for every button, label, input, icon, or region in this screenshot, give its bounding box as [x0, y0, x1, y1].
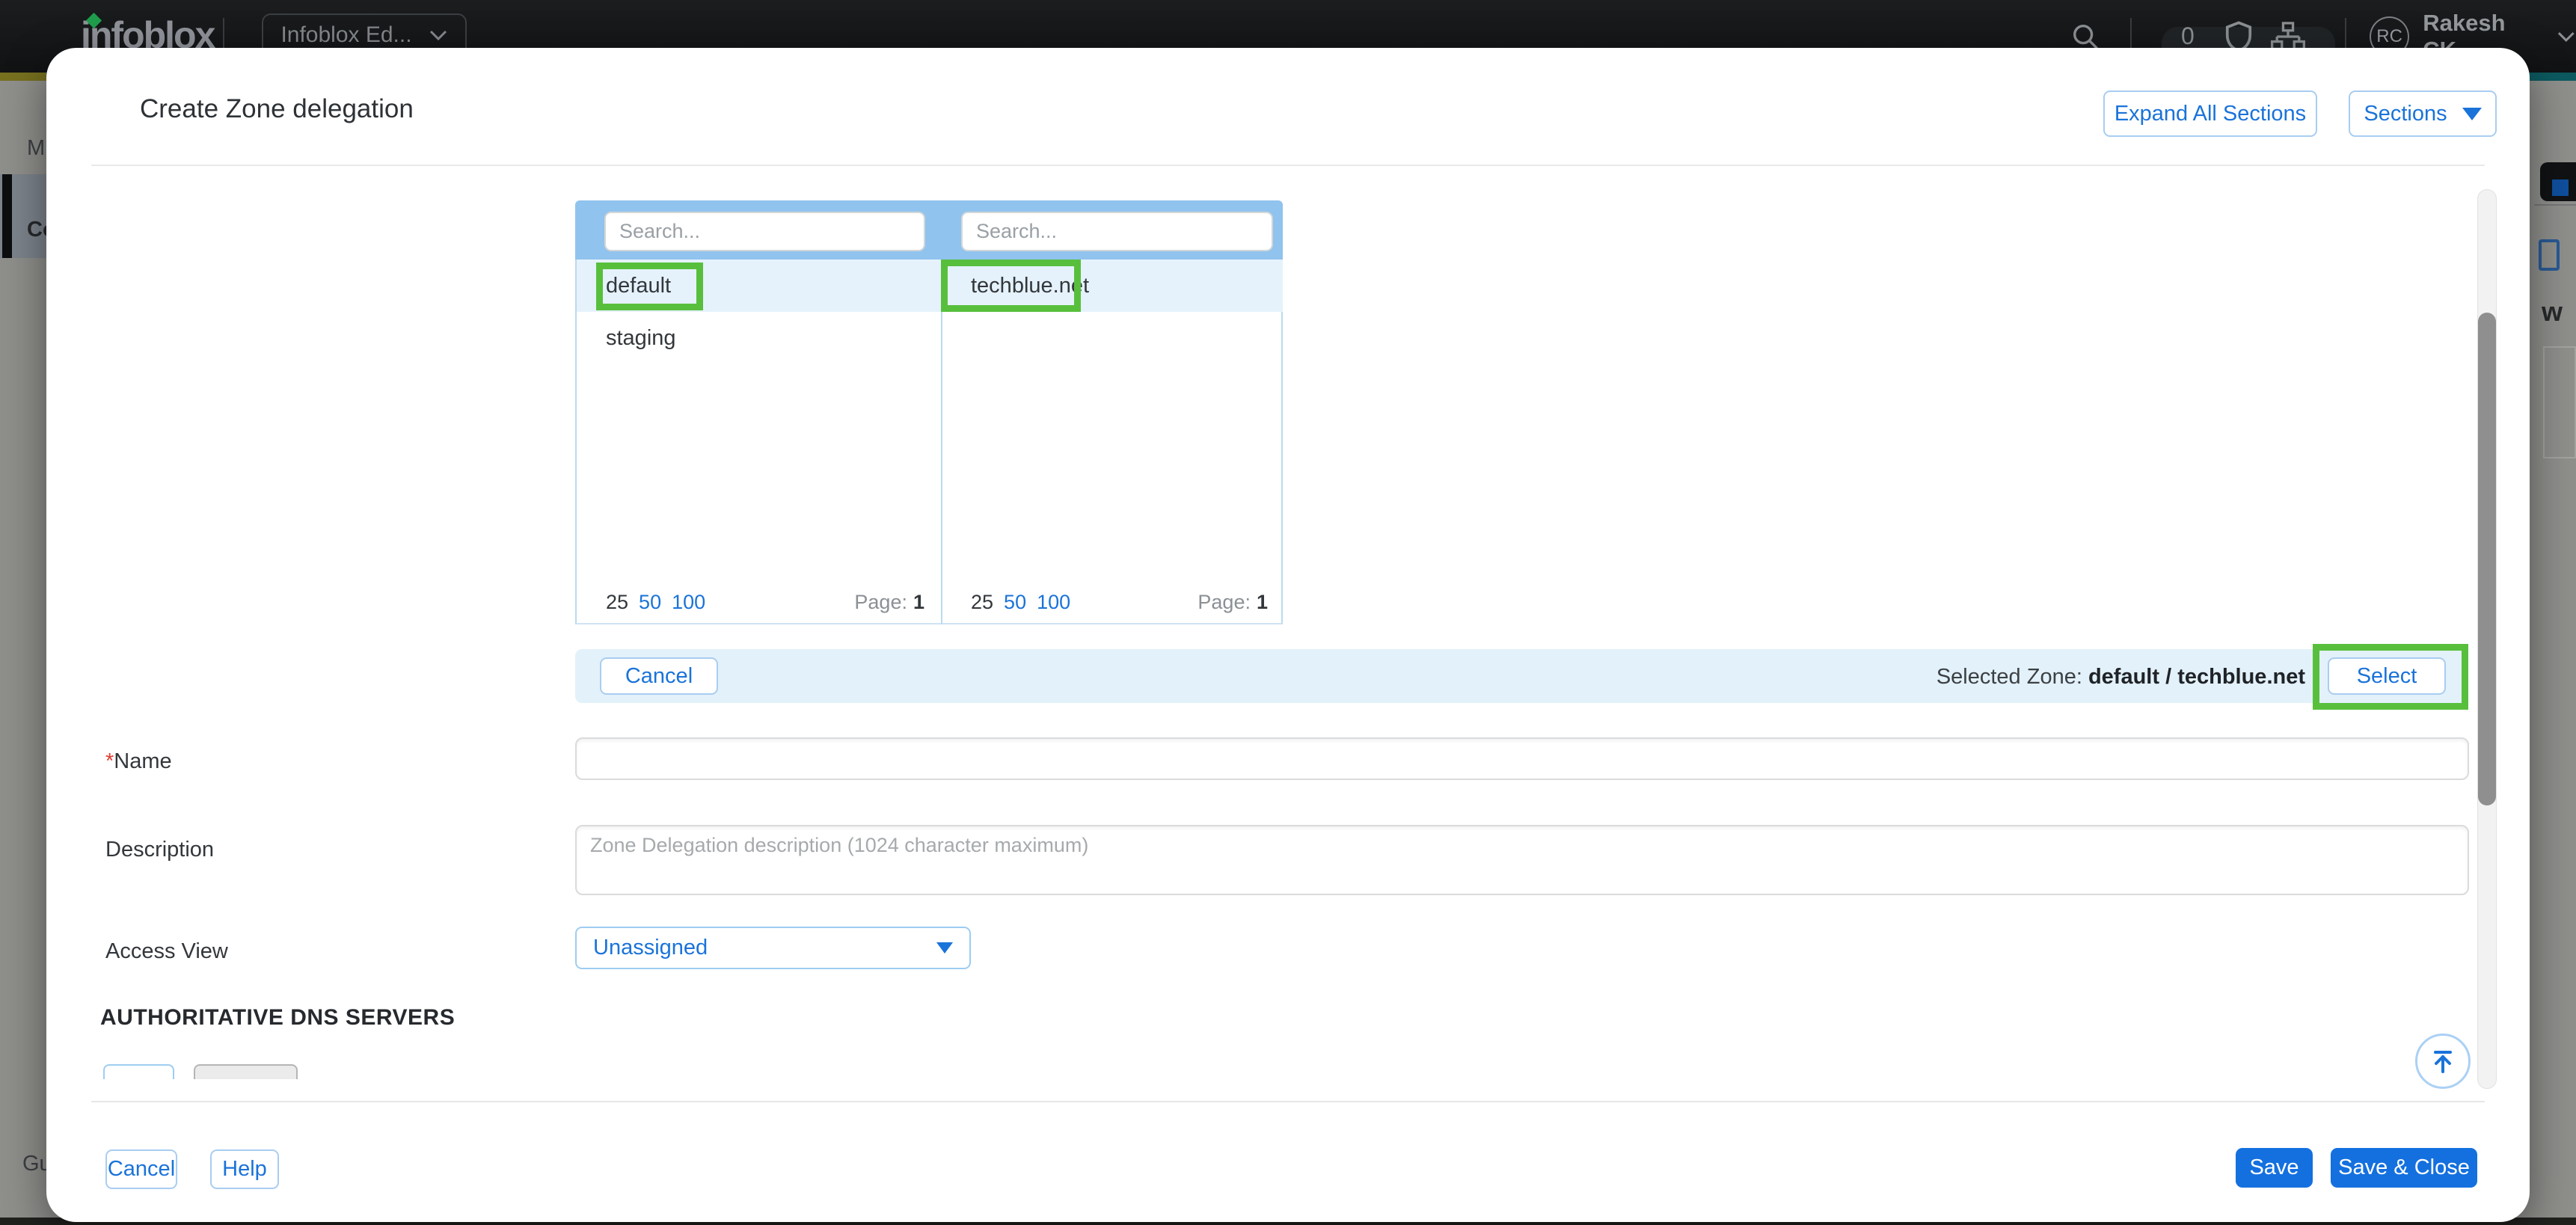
- sidebar-accent-bar: [0, 73, 46, 81]
- name-label: *Name: [105, 749, 172, 774]
- page-size-option-100[interactable]: 100: [1037, 591, 1070, 614]
- selected-zone-label: Selected Zone:: [1936, 665, 2082, 689]
- cancel-button[interactable]: Cancel: [105, 1149, 177, 1189]
- modal-scrollbar-thumb[interactable]: [2478, 313, 2496, 805]
- page-indicator: Page: 1: [1197, 582, 1268, 623]
- selected-zone-text: Selected Zone: default / techblue.net: [1936, 665, 2305, 690]
- picker-cancel-button[interactable]: Cancel: [600, 657, 718, 695]
- page-label: Page:: [854, 591, 907, 614]
- notification-count: 0: [2181, 22, 2195, 50]
- page-size-selector: 25 50 100: [971, 582, 1070, 623]
- description-label: Description: [105, 838, 214, 862]
- chevron-down-icon: [429, 28, 448, 42]
- background-text-remnant: w: [2542, 296, 2563, 328]
- clipped-button-disabled[interactable]: [194, 1064, 298, 1079]
- scroll-to-top-button[interactable]: [2415, 1034, 2471, 1089]
- access-view-value: Unassigned: [593, 936, 708, 960]
- name-label-text: Name: [114, 749, 171, 773]
- save-button[interactable]: Save: [2236, 1148, 2313, 1188]
- save-label: Save: [2249, 1155, 2299, 1180]
- sidebar-item-active[interactable]: Co: [0, 174, 46, 258]
- clipped-button[interactable]: [103, 1064, 174, 1079]
- page-label: Page:: [1197, 591, 1251, 614]
- modal-scrollbar-track[interactable]: [2477, 189, 2497, 1089]
- page-number: 1: [913, 591, 924, 614]
- sections-label: Sections: [2364, 102, 2447, 126]
- help-label: Help: [222, 1157, 267, 1182]
- save-and-close-label: Save & Close: [2338, 1155, 2470, 1180]
- caret-down-icon: [2462, 108, 2482, 120]
- app-switcher-label: Infoblox Ed...: [280, 22, 411, 48]
- sidebar-item-clipped[interactable]: M: [27, 136, 45, 161]
- footer-divider: [91, 1101, 2485, 1102]
- active-indicator-bar: [2, 174, 12, 258]
- authoritative-dns-servers-heading: AUTHORITATIVE DNS SERVERS: [100, 1005, 455, 1031]
- dialog-title: Create Zone delegation: [140, 94, 414, 124]
- expand-all-label: Expand All Sections: [2115, 102, 2306, 126]
- page-indicator: Page: 1: [854, 582, 924, 623]
- page-size-option-100[interactable]: 100: [672, 591, 705, 614]
- page-size-option-25[interactable]: 25: [606, 591, 628, 614]
- caret-down-icon: [936, 942, 953, 954]
- zone-picker-columns: default staging 25 50 100 Page: 1 techbl…: [575, 260, 1283, 624]
- page-number: 1: [1257, 591, 1268, 614]
- help-button[interactable]: Help: [210, 1149, 279, 1189]
- title-divider: [91, 165, 2485, 166]
- avatar-initials: RC: [2376, 26, 2402, 47]
- annotation-box-techblue: [941, 260, 1081, 312]
- zone-picker-search-band: [575, 200, 1283, 260]
- description-textarea[interactable]: [575, 825, 2469, 895]
- search-icon: [2070, 22, 2100, 52]
- access-view-label: Access View: [105, 939, 228, 964]
- picker-cancel-label: Cancel: [625, 664, 693, 689]
- zone-search-input-zone[interactable]: [961, 212, 1273, 251]
- background-divider: [2534, 204, 2576, 206]
- expand-all-sections-button[interactable]: Expand All Sections: [2103, 90, 2317, 137]
- access-view-select[interactable]: Unassigned: [575, 927, 971, 969]
- name-input[interactable]: [575, 737, 2469, 780]
- background-blue-remnant: [2552, 179, 2569, 196]
- page-size-selector: 25 50 100: [606, 582, 705, 623]
- create-zone-delegation-dialog: Create Zone delegation Expand All Sectio…: [46, 48, 2530, 1222]
- annotation-box-default: [596, 262, 703, 310]
- save-and-close-button[interactable]: Save & Close: [2331, 1148, 2477, 1188]
- scroll-top-icon: [2429, 1047, 2457, 1075]
- list-item-staging[interactable]: staging: [606, 312, 676, 364]
- sections-dropdown-button[interactable]: Sections: [2349, 90, 2497, 137]
- background-outline-remnant: [2539, 239, 2560, 271]
- page-size-option-50[interactable]: 50: [639, 591, 661, 614]
- page-size-option-25[interactable]: 25: [971, 591, 993, 614]
- selected-zone-value: default / techblue.net: [2088, 665, 2305, 689]
- required-asterisk: *: [105, 749, 114, 773]
- annotation-box-select: [2313, 644, 2468, 710]
- background-panel-remnant: [2543, 346, 2576, 458]
- chevron-down-icon: [2557, 30, 2576, 43]
- zone-search-input-view[interactable]: [604, 212, 925, 251]
- cancel-label: Cancel: [108, 1157, 175, 1182]
- page-size-option-50[interactable]: 50: [1004, 591, 1026, 614]
- column-divider: [941, 260, 942, 624]
